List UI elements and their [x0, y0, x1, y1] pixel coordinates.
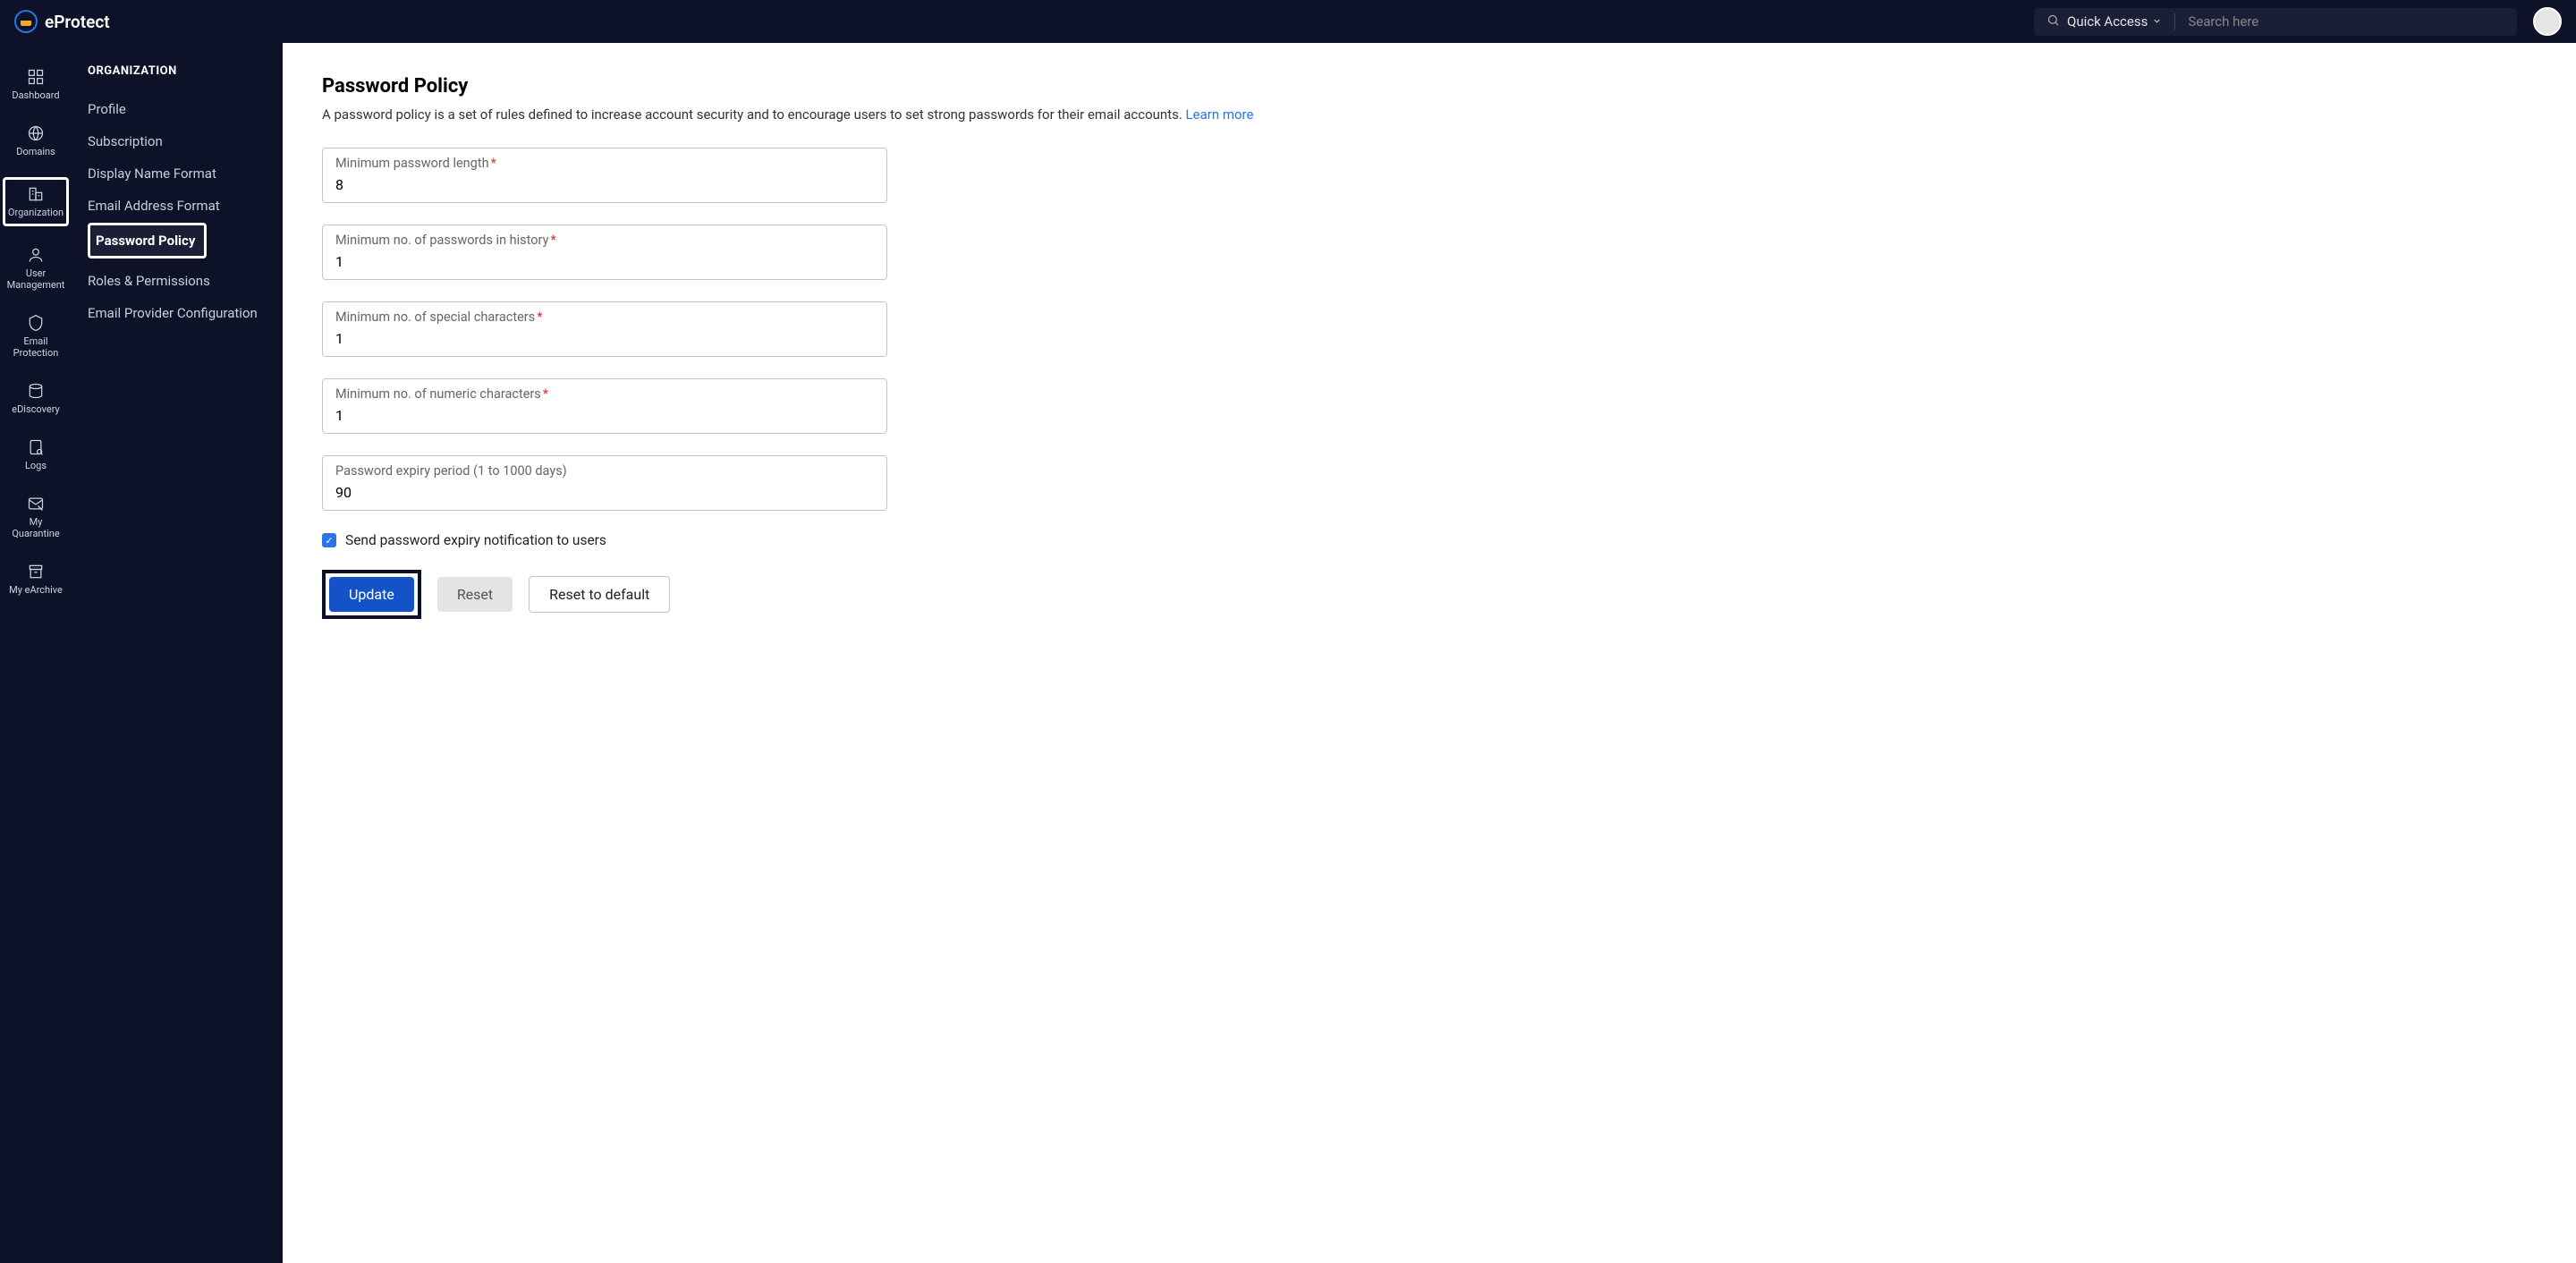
- sidebar-item-dashboard[interactable]: Dashboard: [3, 64, 69, 105]
- expiry-input[interactable]: [335, 484, 874, 501]
- nav-subscription[interactable]: Subscription: [88, 126, 283, 157]
- learn-more-link[interactable]: Learn more: [1186, 106, 1254, 123]
- page-title: Password Policy: [322, 75, 2537, 97]
- notify-checkbox-row[interactable]: ✓ Send password expiry notification to u…: [322, 532, 2537, 548]
- avatar[interactable]: [2533, 7, 2562, 36]
- field-history[interactable]: Minimum no. of passwords in history*: [322, 225, 887, 280]
- field-label: Minimum no. of special characters*: [335, 309, 874, 325]
- reset-button[interactable]: Reset: [437, 577, 513, 612]
- sidebar-label: Organization: [8, 207, 64, 218]
- search-input[interactable]: [2188, 13, 2504, 30]
- field-label: Minimum password length*: [335, 156, 874, 171]
- quick-access-label: Quick Access: [2067, 13, 2148, 30]
- checkbox-checked-icon[interactable]: ✓: [322, 533, 336, 547]
- reset-default-button[interactable]: Reset to default: [529, 576, 670, 613]
- icon-sidebar: Dashboard Domains Organization User Mana…: [0, 43, 72, 1263]
- brand-icon: [14, 10, 38, 33]
- nav-profile[interactable]: Profile: [88, 94, 283, 124]
- nav-email-address-format[interactable]: Email Address Format: [88, 191, 283, 221]
- update-button[interactable]: Update: [329, 577, 414, 612]
- sidebar-item-domains[interactable]: Domains: [3, 121, 69, 161]
- sidebar-item-organization[interactable]: Organization: [3, 177, 69, 226]
- field-label: Minimum no. of numeric characters*: [335, 386, 874, 402]
- sidebar-label: Logs: [25, 460, 47, 471]
- field-min-length[interactable]: Minimum password length*: [322, 148, 887, 203]
- nav-password-policy[interactable]: Password Policy: [88, 223, 207, 259]
- brand: eProtect: [14, 10, 110, 33]
- field-label: Minimum no. of passwords in history*: [335, 233, 874, 248]
- sidebar-label: My eArchive: [9, 584, 63, 596]
- sidebar-label: Dashboard: [12, 89, 59, 101]
- sidebar-item-my-quarantine[interactable]: My Quarantine: [3, 491, 69, 543]
- app-header: eProtect Quick Access: [0, 0, 2576, 43]
- page-description: A password policy is a set of rules defi…: [322, 106, 2537, 123]
- sidebar-label: My Quarantine: [4, 516, 67, 539]
- search-container[interactable]: Quick Access: [2034, 8, 2517, 36]
- button-row: Update Reset Reset to default: [322, 570, 2537, 619]
- history-input[interactable]: [335, 253, 874, 270]
- header-right: Quick Access: [2034, 7, 2562, 36]
- sidebar-item-logs[interactable]: Logs: [3, 435, 69, 475]
- sidebar-label: Email Protection: [4, 335, 67, 359]
- sidebar-label: User Management: [4, 267, 67, 291]
- sidebar-label: Domains: [16, 146, 55, 157]
- numeric-input[interactable]: [335, 407, 874, 424]
- field-numeric[interactable]: Minimum no. of numeric characters*: [322, 378, 887, 434]
- secondary-sidebar: ORGANIZATION Profile Subscription Displa…: [72, 43, 283, 1263]
- main-content: Password Policy A password policy is a s…: [283, 43, 2576, 1263]
- page-description-text: A password policy is a set of rules defi…: [322, 106, 1182, 123]
- field-label: Password expiry period (1 to 1000 days): [335, 463, 874, 479]
- quick-access-dropdown[interactable]: Quick Access: [2067, 13, 2175, 30]
- update-button-highlight: Update: [322, 570, 421, 619]
- layout: Dashboard Domains Organization User Mana…: [0, 43, 2576, 1263]
- brand-name: eProtect: [45, 12, 110, 32]
- nav-roles-permissions[interactable]: Roles & Permissions: [88, 266, 283, 296]
- field-special[interactable]: Minimum no. of special characters*: [322, 301, 887, 357]
- secondary-nav-header: ORGANIZATION: [88, 64, 283, 78]
- nav-email-provider-config[interactable]: Email Provider Configuration: [88, 298, 283, 328]
- field-expiry[interactable]: Password expiry period (1 to 1000 days): [322, 455, 887, 511]
- sidebar-label: eDiscovery: [12, 403, 59, 415]
- notify-label: Send password expiry notification to use…: [345, 532, 606, 548]
- nav-display-name-format[interactable]: Display Name Format: [88, 158, 283, 189]
- sidebar-item-email-protection[interactable]: Email Protection: [3, 310, 69, 362]
- min-length-input[interactable]: [335, 176, 874, 193]
- sidebar-item-user-management[interactable]: User Management: [3, 242, 69, 294]
- sidebar-item-my-earchive[interactable]: My eArchive: [3, 559, 69, 599]
- sidebar-item-ediscovery[interactable]: eDiscovery: [3, 378, 69, 419]
- search-icon: [2046, 13, 2060, 30]
- special-input[interactable]: [335, 330, 874, 347]
- chevron-down-icon: [2152, 13, 2162, 30]
